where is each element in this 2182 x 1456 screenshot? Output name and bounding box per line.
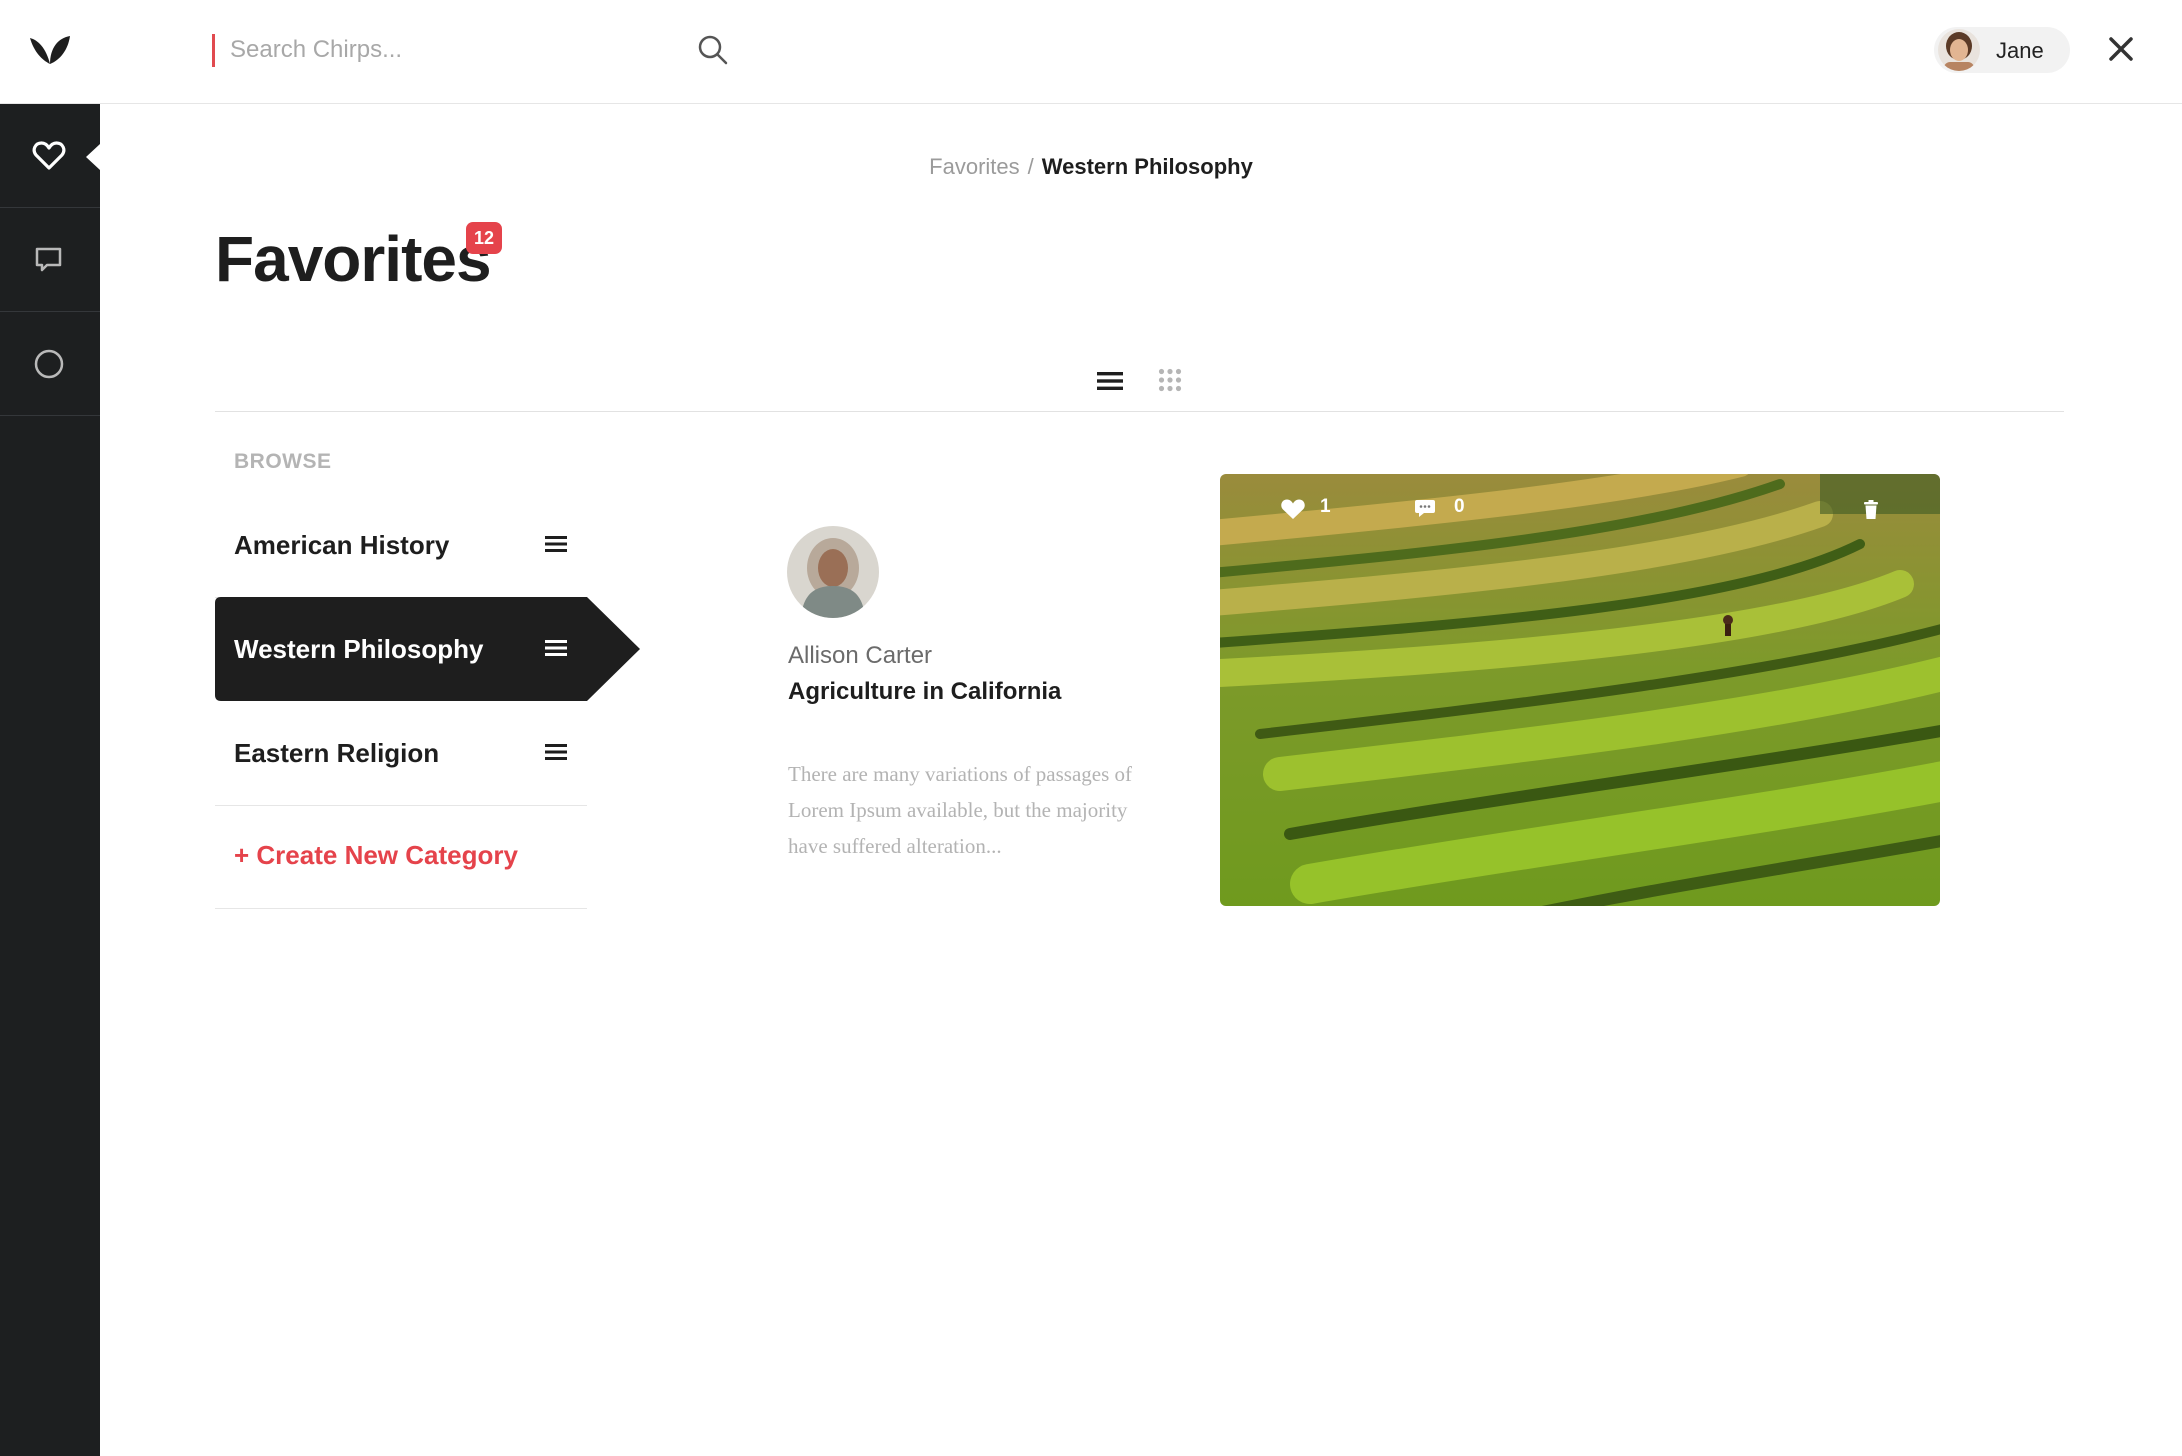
page-title: Favorites bbox=[215, 223, 492, 295]
grid-view-icon[interactable] bbox=[1158, 368, 1182, 392]
category-western-philosophy[interactable]: Western Philosophy bbox=[215, 597, 587, 701]
divider bbox=[215, 411, 2064, 412]
comment-count: 0 bbox=[1454, 496, 1465, 517]
user-avatar bbox=[1938, 29, 1980, 71]
user-name: Jane bbox=[1996, 38, 2044, 63]
category-label: Eastern Religion bbox=[234, 738, 440, 768]
breadcrumb-separator: / bbox=[1027, 154, 1034, 179]
post-image[interactable]: 1 0 bbox=[1220, 474, 1940, 906]
category-label: American History bbox=[234, 530, 450, 560]
breadcrumb-parent[interactable]: Favorites bbox=[929, 154, 1019, 179]
chat-icon bbox=[35, 247, 62, 272]
browse-label: BROWSE bbox=[234, 450, 332, 473]
post-excerpt: There are many variations of passages of… bbox=[788, 762, 1133, 858]
rail-item-circle[interactable] bbox=[0, 312, 100, 416]
category-american-history[interactable]: American History bbox=[215, 493, 587, 598]
logo-icon[interactable] bbox=[28, 34, 72, 72]
like-count: 1 bbox=[1320, 496, 1331, 517]
like-icon[interactable] bbox=[1280, 498, 1306, 520]
breadcrumb: Favorites / Western Philosophy bbox=[0, 154, 2182, 180]
category-eastern-religion[interactable]: Eastern Religion bbox=[215, 701, 587, 806]
category-menu-icon[interactable] bbox=[545, 743, 567, 761]
circle-icon bbox=[34, 349, 64, 379]
list-view-icon[interactable] bbox=[1097, 371, 1123, 391]
photo-stats: 1 0 bbox=[1220, 474, 1940, 534]
author-avatar[interactable] bbox=[787, 526, 879, 618]
rail-item-messages[interactable] bbox=[0, 208, 100, 312]
search-input[interactable] bbox=[230, 30, 690, 70]
search-bar bbox=[212, 30, 732, 70]
category-menu-icon[interactable] bbox=[545, 639, 567, 657]
breadcrumb-current: Western Philosophy bbox=[1041, 154, 1253, 179]
category-menu-icon[interactable] bbox=[545, 535, 567, 553]
post-title[interactable]: Agriculture in California bbox=[788, 678, 1061, 706]
top-bar: Jane bbox=[0, 0, 2182, 104]
search-caret bbox=[212, 34, 215, 67]
category-label: Western Philosophy bbox=[234, 634, 484, 664]
comment-icon[interactable] bbox=[1414, 499, 1436, 519]
close-icon[interactable] bbox=[2108, 36, 2134, 62]
divider bbox=[215, 908, 587, 909]
rice-terraces-image bbox=[1220, 474, 1940, 906]
trash-icon[interactable] bbox=[1863, 500, 1879, 520]
side-rail bbox=[0, 104, 100, 1456]
create-category-link[interactable]: + Create New Category bbox=[234, 840, 518, 871]
author-name[interactable]: Allison Carter bbox=[788, 642, 932, 670]
count-badge: 12 bbox=[466, 222, 502, 254]
search-icon[interactable] bbox=[696, 33, 730, 67]
user-menu[interactable]: Jane bbox=[1934, 27, 2070, 73]
